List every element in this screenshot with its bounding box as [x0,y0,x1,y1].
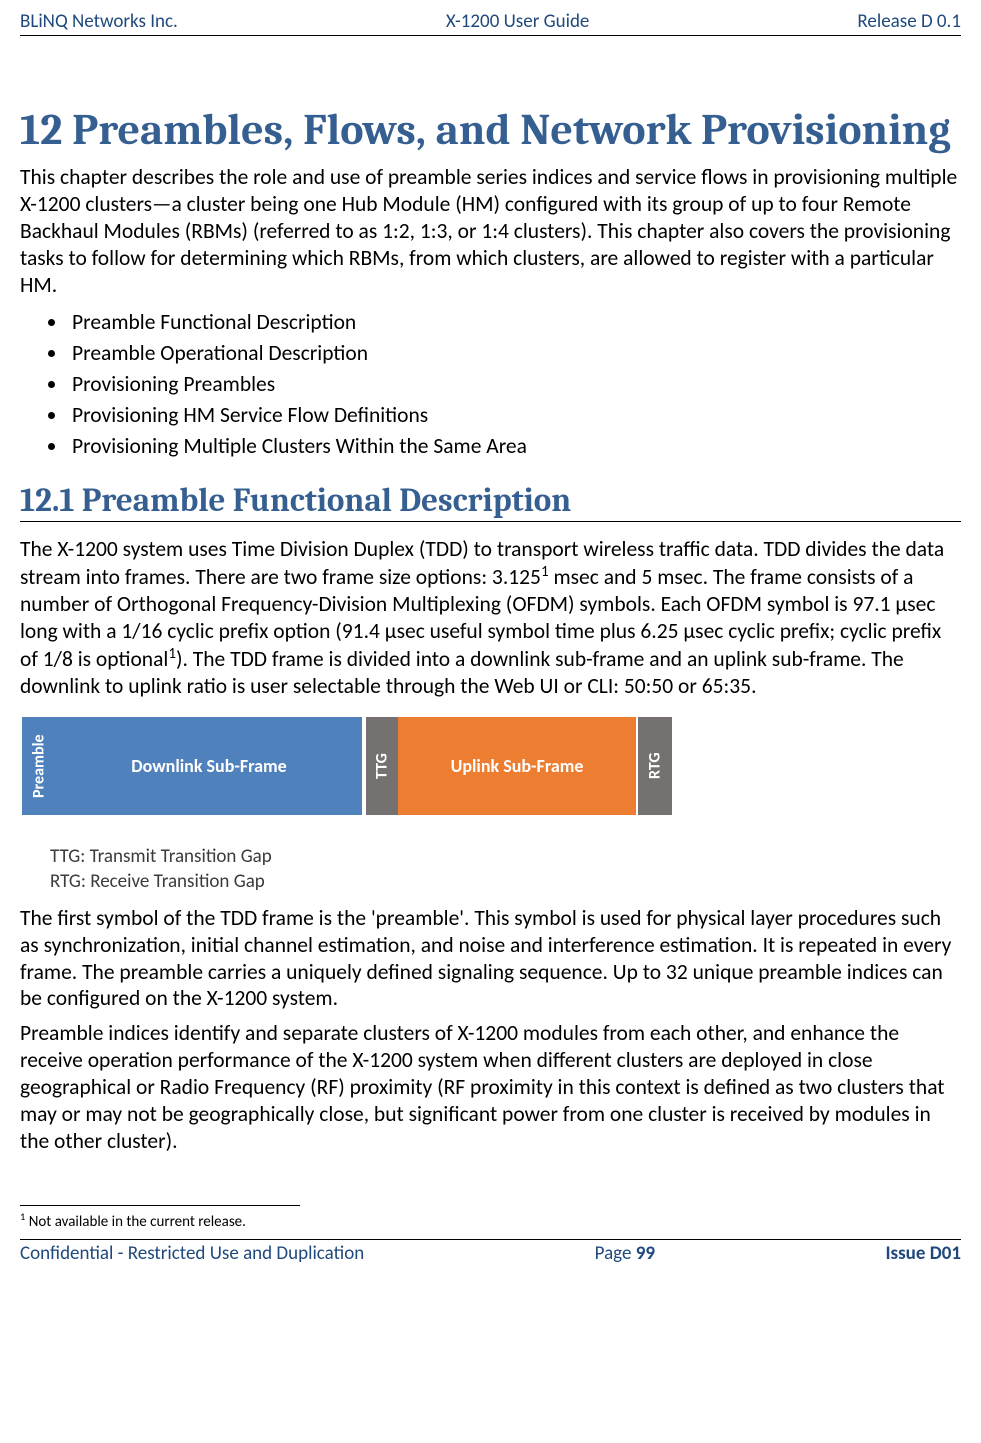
footnote-text: Not available in the current release. [25,1213,246,1231]
chapter-heading: 12 Preambles, Flows, and Network Provisi… [20,106,961,154]
list-item: Preamble Functional Description [68,307,961,338]
page-number: 99 [636,1242,655,1265]
list-item: Provisioning HM Service Flow Definitions [68,400,961,431]
tdd-frame-figure: Preamble Downlink Sub-Frame TTG Uplink S… [20,717,961,894]
preamble-block: Preamble [20,717,56,815]
header-release: Release D 0.1 [857,10,961,33]
footnote-ref: 1 [541,563,549,581]
page-header: BLiNQ Networks Inc. X-1200 User Guide Re… [20,10,961,36]
chapter-intro: This chapter describes the role and use … [20,164,961,298]
ttg-block: TTG [364,717,398,815]
footnote-ref: 1 [168,645,176,663]
footnote: 1 Not available in the current release. [20,1210,961,1232]
section-paragraph-2: The first symbol of the TDD frame is the… [20,905,961,1013]
downlink-block: Downlink Sub-Frame [56,717,364,815]
uplink-block: Uplink Sub-Frame [398,717,638,815]
document-page: BLiNQ Networks Inc. X-1200 User Guide Re… [0,0,981,1275]
footnote-separator [20,1205,300,1206]
legend-line: RTG: Receive Transition Gap [50,870,961,895]
section-paragraph-1: The X-1200 system uses Time Division Dup… [20,536,961,700]
header-company: BLiNQ Networks Inc. [20,10,178,33]
rtg-block: RTG [638,717,672,815]
legend-line: TTG: Transmit Transition Gap [50,845,961,870]
section-heading: 12.1 Preamble Functional Description [20,483,961,522]
footer-page: Page 99 [595,1242,655,1265]
footer-confidential: Confidential - Restricted Use and Duplic… [20,1242,364,1265]
header-title: X-1200 User Guide [446,10,590,33]
page-label: Page [595,1242,636,1265]
list-item: Provisioning Multiple Clusters Within th… [68,431,961,462]
list-item: Provisioning Preambles [68,369,961,400]
chapter-toc-list: Preamble Functional Description Preamble… [20,307,961,463]
footer-issue: Issue D01 [885,1242,961,1265]
figure-legend: TTG: Transmit Transition Gap RTG: Receiv… [50,845,961,894]
frame-diagram: Preamble Downlink Sub-Frame TTG Uplink S… [20,717,961,815]
section-paragraph-3: Preamble indices identify and separate c… [20,1020,961,1154]
list-item: Preamble Operational Description [68,338,961,369]
page-footer: Confidential - Restricted Use and Duplic… [20,1239,961,1265]
